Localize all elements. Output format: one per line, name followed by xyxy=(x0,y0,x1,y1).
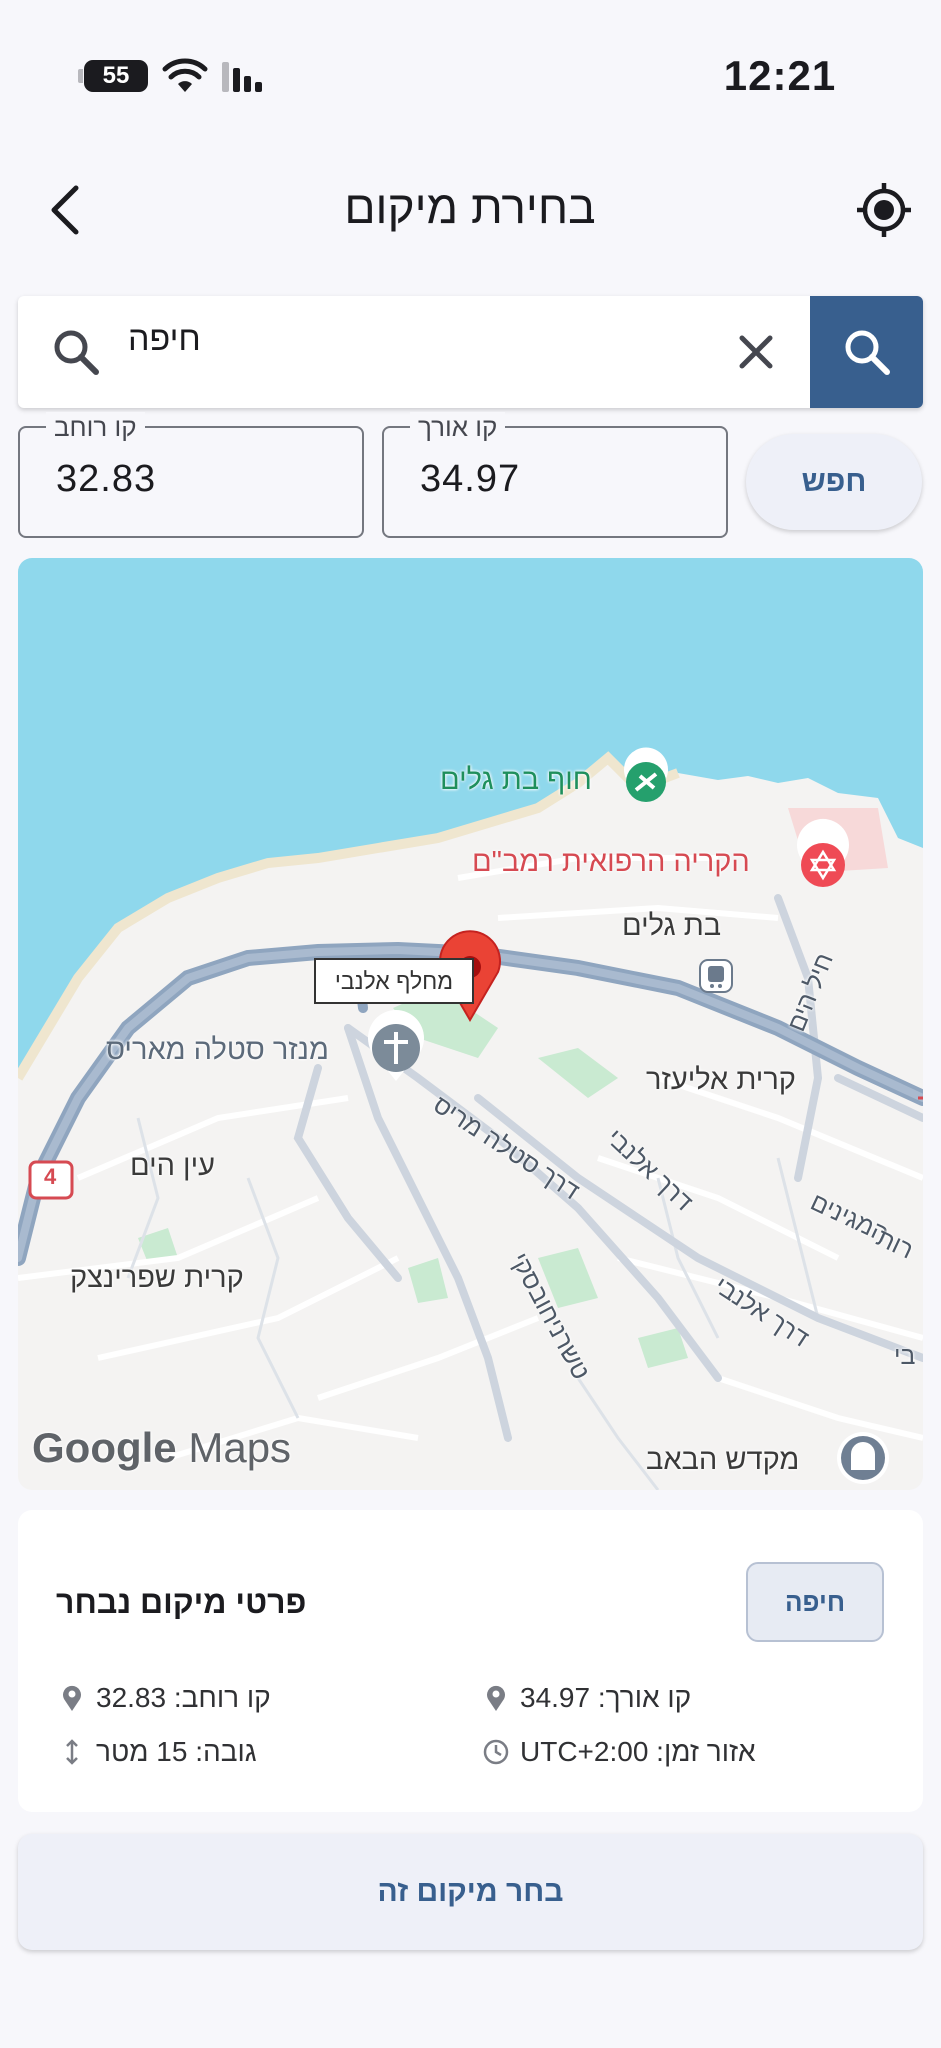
map-label-ein-hayam: עין הים xyxy=(130,1150,216,1182)
hospital-marker-icon xyxy=(797,818,849,887)
detail-longitude: קו אורך: 34.97 xyxy=(482,1680,691,1716)
battery-level: 55 xyxy=(102,62,130,89)
detail-longitude-text: קו אורך: 34.97 xyxy=(520,1682,692,1713)
search-bar xyxy=(18,296,923,408)
my-location-icon[interactable] xyxy=(856,182,912,238)
map-label-mikdash: מקדש הבאב xyxy=(646,1444,800,1476)
detail-timezone: אזור זמן: UTC+2:00 xyxy=(482,1734,756,1770)
beach-marker-icon xyxy=(624,747,668,803)
map-label-bat-galim: בת גלים xyxy=(622,910,722,942)
page-title: בחירת מיקום xyxy=(344,181,596,233)
wifi-icon xyxy=(162,58,208,92)
longitude-field[interactable]: קו אורך 34.97 xyxy=(382,412,728,538)
city-chip[interactable]: חיפה xyxy=(746,1562,884,1642)
detail-elevation: גובה: 15 מטר xyxy=(58,1734,257,1770)
map-view[interactable]: חוף בת גלים הקריה הרפואית רמב"ם בת גלים … xyxy=(18,558,923,1490)
longitude-value: 34.97 xyxy=(420,458,521,500)
location-pin-icon xyxy=(63,1685,81,1711)
location-pin-icon xyxy=(487,1685,505,1711)
battery-icon: 55 xyxy=(78,60,148,92)
height-icon xyxy=(66,1739,78,1765)
latitude-field[interactable]: קו רוחב 32.83 xyxy=(18,412,364,538)
google-maps-logo: Google Maps xyxy=(32,1424,291,1472)
map-label-monastery: מנזר סטלה מאריס xyxy=(106,1034,329,1066)
map-label-hospital: הקריה הרפואית רמב"ם xyxy=(472,846,750,878)
select-location-button[interactable]: בחר מיקום זה xyxy=(18,1834,923,1950)
detail-latitude-text: קו רוחב: 32.83 xyxy=(96,1682,271,1713)
church-marker-icon xyxy=(368,1010,424,1081)
search-input[interactable] xyxy=(128,304,718,374)
chevron-left-icon xyxy=(51,185,79,235)
detail-latitude: קו רוחב: 32.83 xyxy=(58,1680,271,1716)
find-coordinates-button[interactable]: חפש xyxy=(746,434,922,530)
cellular-signal-icon xyxy=(222,62,262,92)
map-label-route-4: 4 xyxy=(44,1164,57,1189)
clock-icon xyxy=(483,1739,509,1765)
search-button[interactable] xyxy=(810,296,923,408)
map-label-interchange: מחלף אלנבי xyxy=(314,958,474,1004)
search-icon xyxy=(845,330,890,375)
train-station-icon xyxy=(699,959,733,993)
status-time: 12:21 xyxy=(723,52,837,99)
map-label-beach: חוף בת גלים xyxy=(440,764,592,796)
latitude-value: 32.83 xyxy=(56,458,157,500)
logo-maps-text: Maps xyxy=(188,1424,292,1471)
latitude-label: קו רוחב xyxy=(46,412,145,443)
map-label-kiryat-sprinzak: קרית שפרינצק xyxy=(70,1262,244,1294)
shrine-marker-icon xyxy=(837,1432,889,1484)
logo-google-text: Google xyxy=(32,1424,177,1471)
detail-elevation-text: גובה: 15 מטר xyxy=(96,1736,257,1767)
clear-icon[interactable] xyxy=(728,324,784,380)
back-button[interactable] xyxy=(40,180,90,240)
detail-timezone-text: אזור זמן: UTC+2:00 xyxy=(520,1736,756,1767)
details-title: פרטי מיקום נבחר xyxy=(56,1584,307,1620)
location-details-card: פרטי מיקום נבחר חיפה קו רוחב: 32.83 קו א… xyxy=(18,1510,923,1812)
map-label-kiryat-eliezer: קרית אליעזר xyxy=(646,1064,796,1096)
longitude-label: קו אורך xyxy=(410,412,506,443)
map-label-road-partial-2: בי xyxy=(894,1342,916,1370)
search-icon xyxy=(54,330,99,375)
